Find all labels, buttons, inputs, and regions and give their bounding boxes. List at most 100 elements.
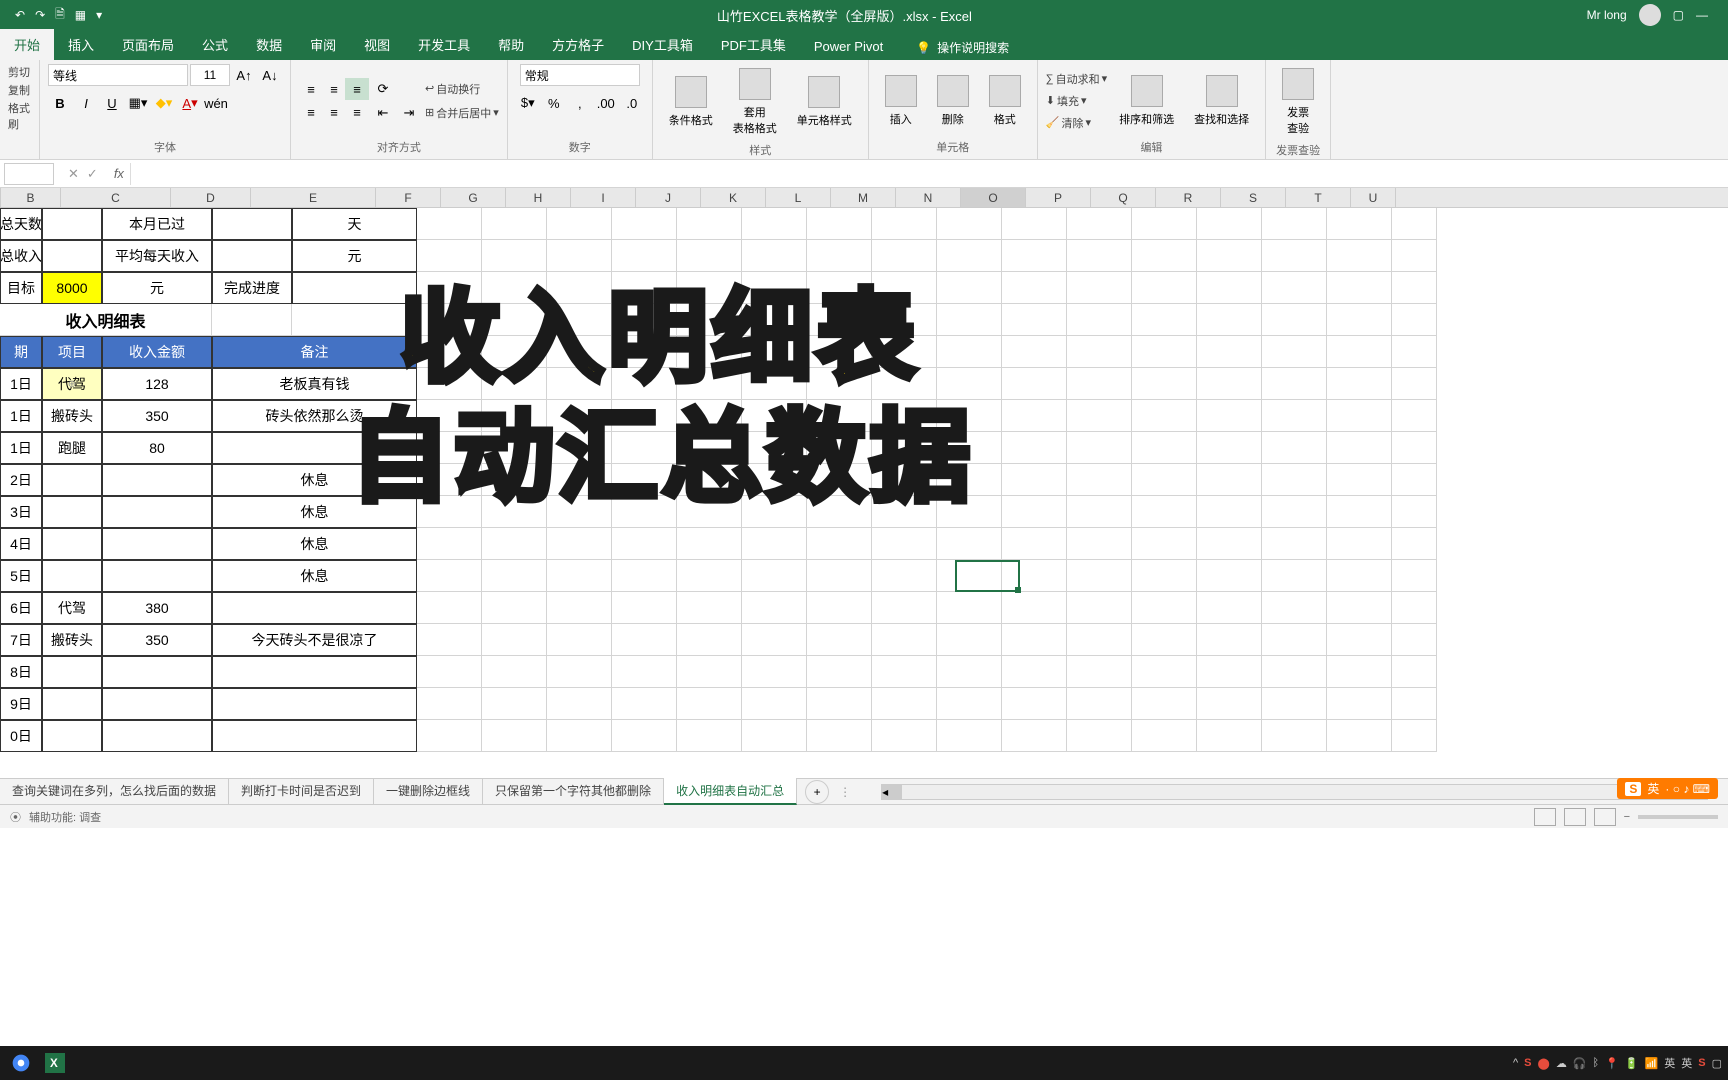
cell-note[interactable]: [212, 720, 417, 752]
horizontal-scrollbar[interactable]: ◂: [881, 784, 1708, 800]
cell-empty[interactable]: [807, 656, 872, 688]
fill-color-button[interactable]: ◆▾: [152, 92, 176, 114]
cell-empty[interactable]: [482, 368, 547, 400]
excel-taskbar-icon[interactable]: X: [40, 1049, 70, 1077]
tray-ime-icon[interactable]: 英: [1664, 1055, 1675, 1071]
cell-empty[interactable]: [1002, 464, 1067, 496]
cell-empty[interactable]: [742, 464, 807, 496]
cell-empty[interactable]: [612, 432, 677, 464]
cell-empty[interactable]: [1197, 368, 1262, 400]
cell-empty[interactable]: [547, 656, 612, 688]
cell-empty[interactable]: [1132, 208, 1197, 240]
cell-empty[interactable]: [872, 560, 937, 592]
currency-button[interactable]: $▾: [516, 92, 540, 114]
cancel-formula-icon[interactable]: ✕: [68, 166, 79, 182]
col-header-F[interactable]: F: [376, 188, 441, 207]
cell-note[interactable]: 休息: [212, 496, 417, 528]
cell[interactable]: [292, 272, 417, 304]
tab-diy[interactable]: DIY工具箱: [618, 29, 707, 60]
cell-date[interactable]: 3日: [0, 496, 42, 528]
cell-empty[interactable]: [1132, 624, 1197, 656]
decrease-indent[interactable]: ⇤: [371, 102, 395, 124]
cell-empty[interactable]: [807, 624, 872, 656]
cell-empty[interactable]: [677, 624, 742, 656]
cell-empty[interactable]: [742, 656, 807, 688]
cell-empty[interactable]: [742, 528, 807, 560]
font-color-button[interactable]: A▾: [178, 92, 202, 114]
cell-empty[interactable]: [612, 368, 677, 400]
tab-data[interactable]: 数据: [242, 29, 296, 60]
bold-button[interactable]: B: [48, 92, 72, 114]
cell-empty[interactable]: [547, 368, 612, 400]
wrap-text-button[interactable]: 自动换行: [436, 81, 480, 97]
cell-empty[interactable]: [1262, 464, 1327, 496]
orientation-button[interactable]: ⟳: [371, 78, 395, 100]
page-layout-button[interactable]: [1564, 808, 1586, 826]
cell-empty[interactable]: [1002, 368, 1067, 400]
cell-project[interactable]: [42, 720, 102, 752]
cell-empty[interactable]: [937, 368, 1002, 400]
cell-empty[interactable]: [1327, 272, 1392, 304]
col-header-Q[interactable]: Q: [1091, 188, 1156, 207]
align-top[interactable]: ≡: [299, 78, 323, 100]
cell-amount[interactable]: [102, 528, 212, 560]
tab-pdf[interactable]: PDF工具集: [707, 29, 800, 60]
cell-empty[interactable]: [1197, 496, 1262, 528]
cell-empty[interactable]: [677, 304, 742, 336]
cell-note[interactable]: 今天砖头不是很凉了: [212, 624, 417, 656]
cell-empty[interactable]: [482, 624, 547, 656]
fill-button[interactable]: 填充: [1057, 93, 1079, 109]
cell-date[interactable]: 4日: [0, 528, 42, 560]
cell[interactable]: [292, 304, 417, 336]
col-header-I[interactable]: I: [571, 188, 636, 207]
cell-empty[interactable]: [547, 688, 612, 720]
cell-empty[interactable]: [612, 592, 677, 624]
cell-empty[interactable]: [1262, 624, 1327, 656]
cell-empty[interactable]: [1197, 304, 1262, 336]
cell-date[interactable]: 1日: [0, 368, 42, 400]
format-painter-button[interactable]: 格式刷: [8, 100, 31, 132]
align-center[interactable]: ≡: [322, 101, 346, 123]
cell-empty[interactable]: [742, 592, 807, 624]
cell-empty[interactable]: [1262, 656, 1327, 688]
fx-label[interactable]: fx: [108, 166, 130, 181]
cell-date[interactable]: 7日: [0, 624, 42, 656]
cell-empty[interactable]: [1002, 656, 1067, 688]
cell-empty[interactable]: [482, 208, 547, 240]
cell-empty[interactable]: [1327, 624, 1392, 656]
cell-empty[interactable]: [1197, 656, 1262, 688]
cell-empty[interactable]: [1197, 560, 1262, 592]
cell-empty[interactable]: [417, 496, 482, 528]
cell-empty[interactable]: [742, 304, 807, 336]
cell-empty[interactable]: [677, 688, 742, 720]
undo-icon[interactable]: ↶: [15, 8, 25, 22]
col-header-E[interactable]: E: [251, 188, 376, 207]
cell-empty[interactable]: [482, 496, 547, 528]
cell-empty[interactable]: [1327, 432, 1392, 464]
cell-date[interactable]: 1日: [0, 400, 42, 432]
cell-note[interactable]: [212, 592, 417, 624]
cell-empty[interactable]: [937, 560, 1002, 592]
cell-empty[interactable]: [1067, 624, 1132, 656]
cell-empty[interactable]: [1002, 336, 1067, 368]
cell-project[interactable]: [42, 560, 102, 592]
cell-empty[interactable]: [612, 496, 677, 528]
cell-empty[interactable]: [677, 240, 742, 272]
cell-amount[interactable]: [102, 496, 212, 528]
cell-empty[interactable]: [1392, 592, 1437, 624]
cell-empty[interactable]: [1327, 400, 1392, 432]
align-left[interactable]: ≡: [299, 101, 323, 123]
cell-empty[interactable]: [482, 688, 547, 720]
col-header-L[interactable]: L: [766, 188, 831, 207]
cell-empty[interactable]: [1392, 432, 1437, 464]
cell-amount[interactable]: 350: [102, 624, 212, 656]
cell-date[interactable]: 6日: [0, 592, 42, 624]
cell-project[interactable]: [42, 464, 102, 496]
cell-empty[interactable]: [482, 464, 547, 496]
cell-empty[interactable]: [417, 656, 482, 688]
cell-empty[interactable]: [742, 432, 807, 464]
cell-empty[interactable]: [872, 528, 937, 560]
cell-empty[interactable]: [612, 400, 677, 432]
cell-empty[interactable]: [547, 304, 612, 336]
cell-empty[interactable]: [1197, 272, 1262, 304]
